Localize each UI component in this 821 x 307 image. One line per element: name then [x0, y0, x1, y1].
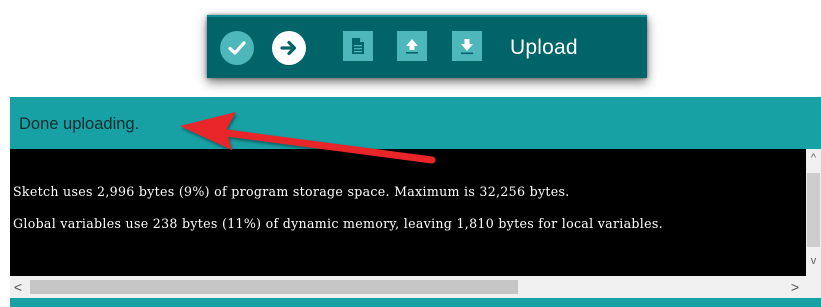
bottom-strip [10, 298, 821, 307]
upload-button[interactable] [272, 31, 306, 65]
toolbar-hover-label: Upload [510, 36, 578, 59]
console-output: Sketch uses 2,996 bytes (9%) of program … [10, 149, 806, 276]
scroll-down-icon[interactable]: v [808, 256, 819, 267]
scroll-left-icon[interactable]: < [11, 279, 25, 295]
new-document-icon [352, 38, 364, 54]
scroll-right-icon[interactable]: > [788, 279, 802, 295]
vertical-scroll-thumb[interactable] [807, 173, 820, 247]
scroll-up-icon[interactable]: ^ [808, 153, 819, 164]
open-button[interactable] [397, 31, 427, 61]
toolbar: Upload [207, 15, 647, 78]
arrow-right-icon [280, 40, 297, 56]
vertical-scrollbar[interactable]: ^ v [806, 149, 821, 276]
verify-button[interactable] [220, 31, 254, 65]
save-button[interactable] [452, 31, 482, 61]
status-message: Done uploading. [19, 115, 140, 133]
arduino-ide-window: Upload Done uploading. Sketch uses 2,996… [0, 0, 821, 307]
save-arrow-down-icon [461, 39, 473, 55]
open-arrow-up-icon [406, 39, 418, 54]
console-line: Global variables use 238 bytes (11%) of … [13, 216, 663, 231]
horizontal-scrollbar[interactable]: < > [10, 276, 821, 298]
horizontal-scroll-thumb[interactable] [30, 280, 518, 294]
status-bar: Done uploading. [10, 97, 821, 149]
check-icon [228, 41, 246, 55]
console-line: Sketch uses 2,996 bytes (9%) of program … [13, 184, 570, 199]
new-button[interactable] [343, 31, 373, 61]
